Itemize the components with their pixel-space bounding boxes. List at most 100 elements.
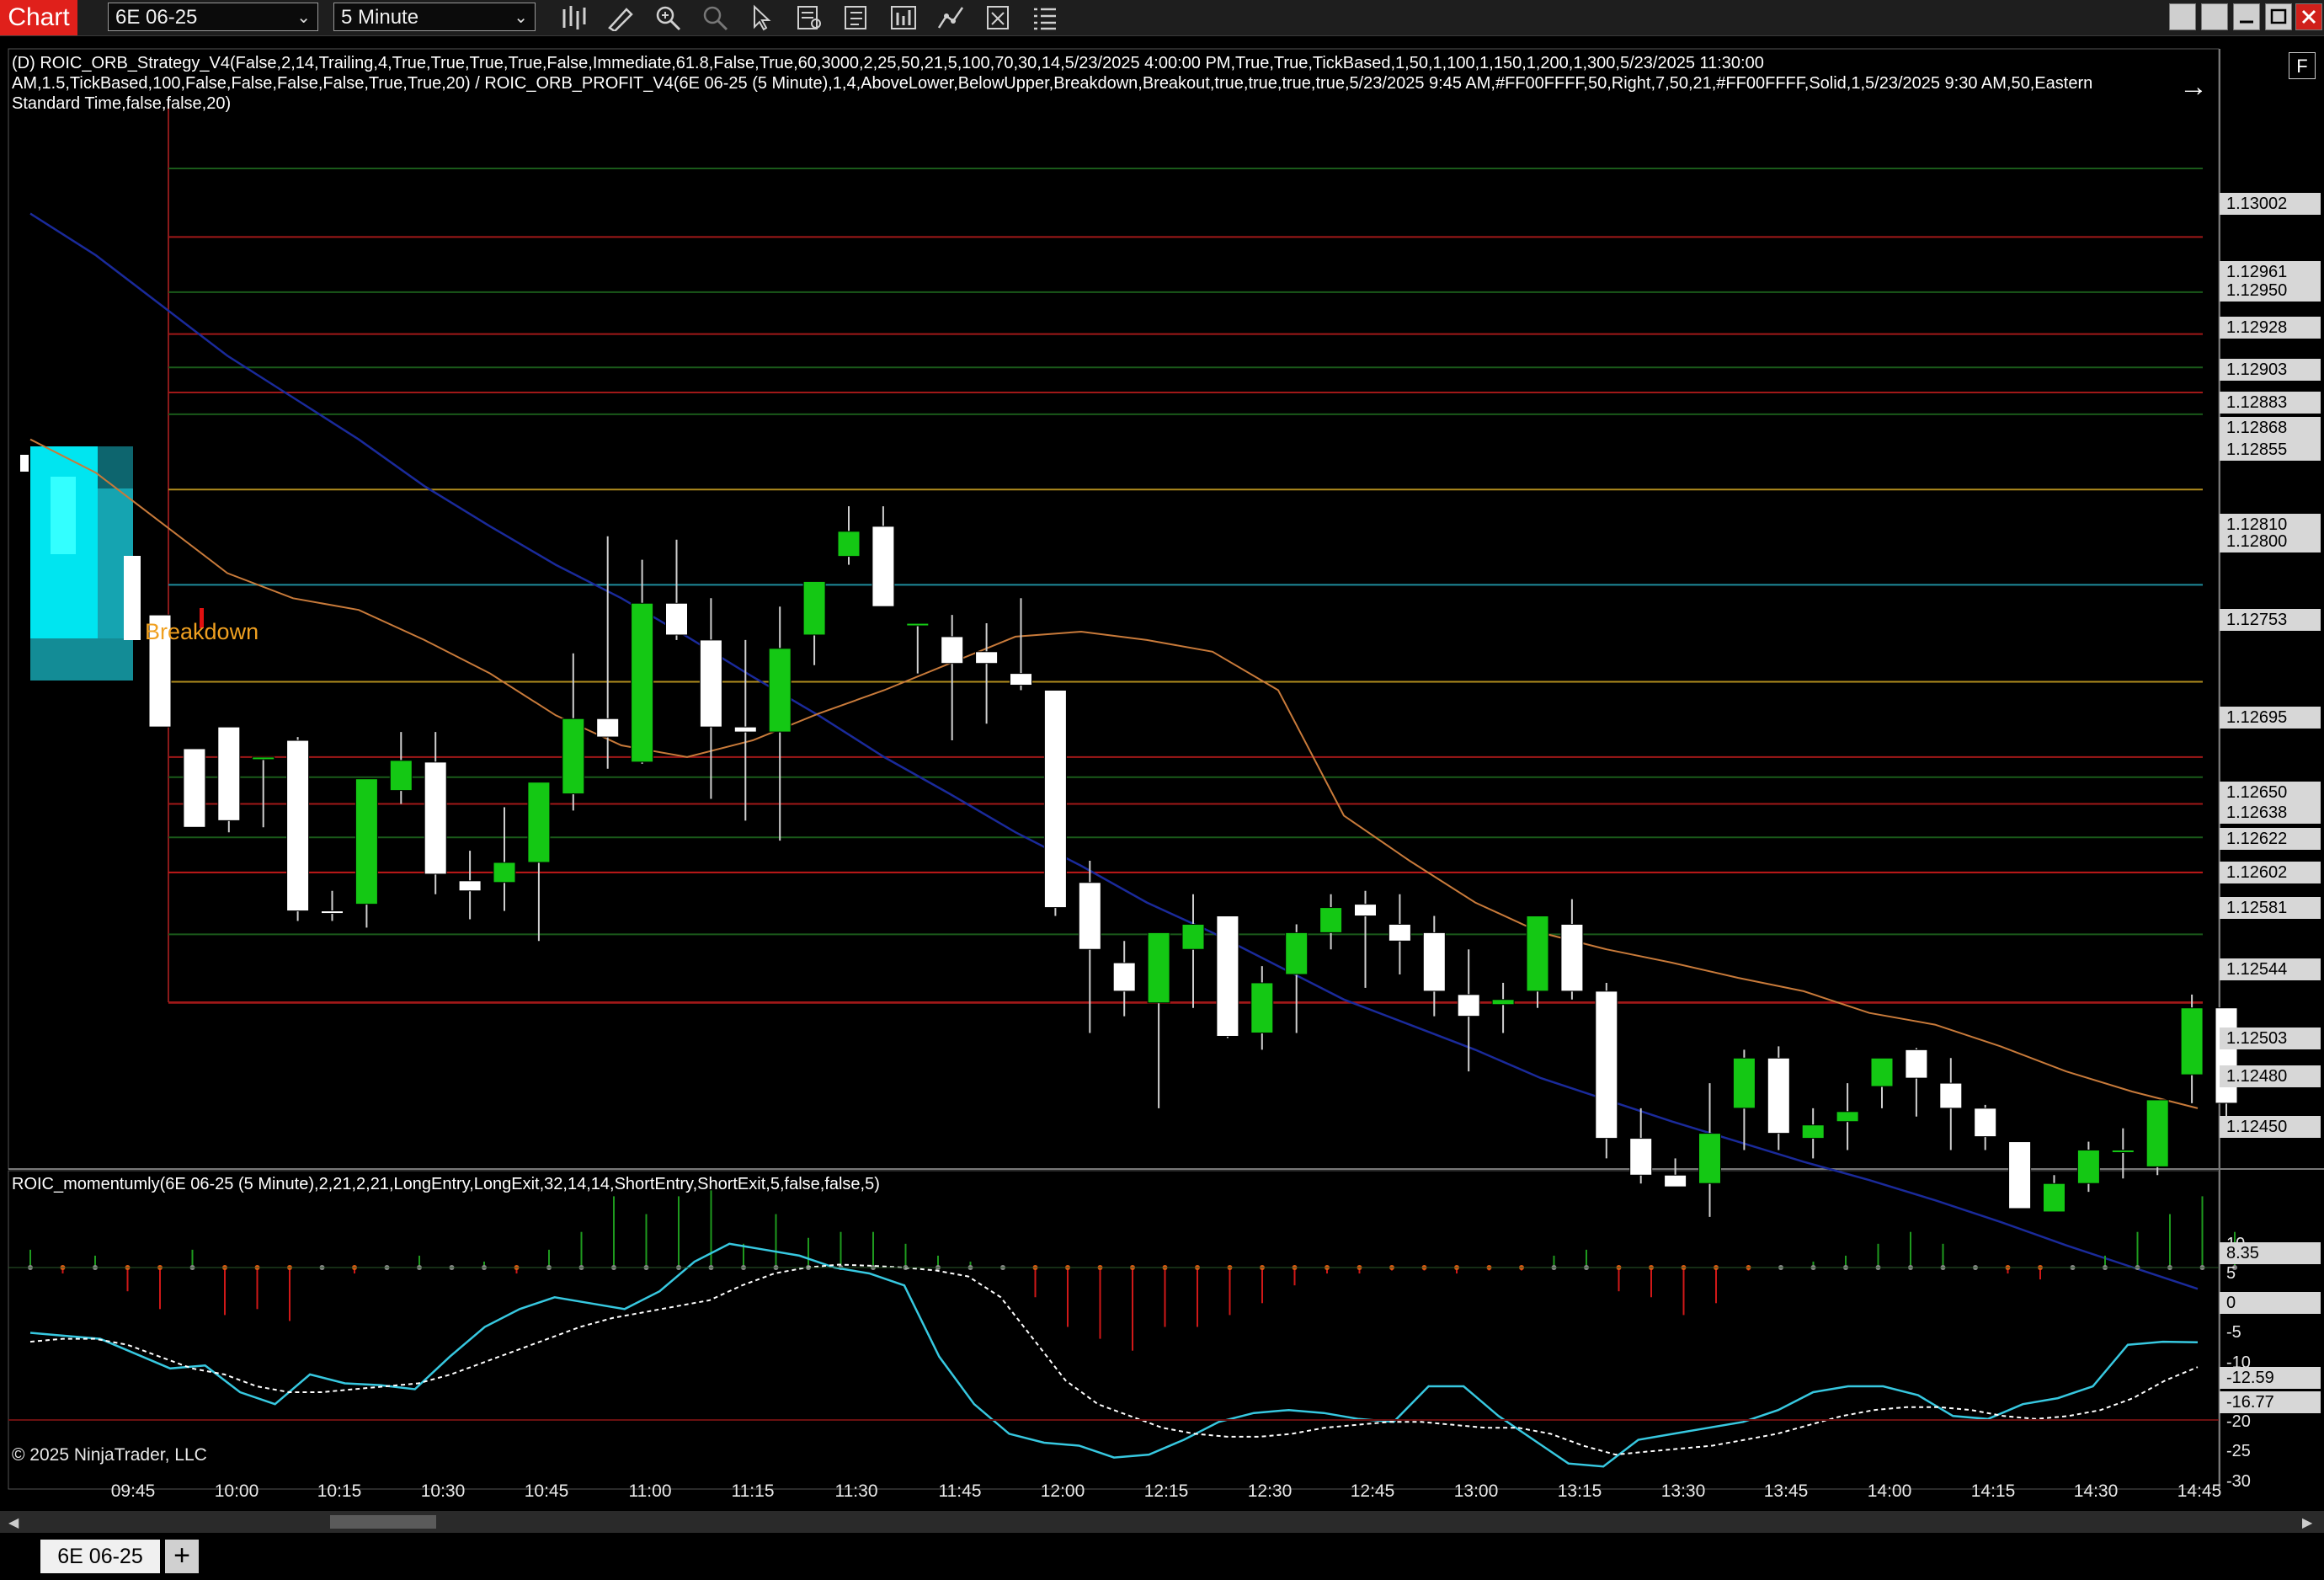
arrow-right-icon[interactable]: → xyxy=(2179,71,2208,104)
time-axis-label: 10:30 xyxy=(420,1481,466,1501)
strategy-parameters-line-2: AM,1.5,TickBased,100,False,False,False,F… xyxy=(12,74,2093,93)
properties-icon[interactable] xyxy=(842,4,871,31)
oscillator-axis-label: -20 xyxy=(2226,1412,2251,1431)
tile-icon[interactable] xyxy=(2169,3,2196,30)
bull-candle xyxy=(837,531,861,558)
bear-candle xyxy=(1974,1108,1997,1138)
time-axis-label: 10:00 xyxy=(214,1481,259,1501)
bull-candle xyxy=(389,760,413,792)
chart-canvas[interactable] xyxy=(0,35,2324,1511)
price-axis-label: 1.12650 xyxy=(2220,782,2321,803)
bear-candle xyxy=(286,739,310,912)
tab-6e-06-25[interactable]: 6E 06-25 xyxy=(40,1540,160,1573)
time-axis-label: 14:15 xyxy=(1970,1481,2016,1501)
chart-tab-bar: 6E 06-25 + xyxy=(0,1533,2324,1580)
zoom-in-icon[interactable] xyxy=(653,4,682,31)
time-axis-label: 14:00 xyxy=(1867,1481,1912,1501)
bear-candle xyxy=(1010,673,1032,686)
instrument-selector[interactable]: 6E 06-25 ⌄ xyxy=(108,3,318,31)
scrollbar-thumb[interactable] xyxy=(330,1515,436,1529)
price-axis-label: 1.12903 xyxy=(2220,359,2321,381)
time-axis-label: 12:15 xyxy=(1143,1481,1189,1501)
oscillator-axis-label: -25 xyxy=(2226,1442,2251,1460)
price-axis-label: 1.12503 xyxy=(2220,1028,2321,1049)
bull-candle xyxy=(527,782,551,863)
bear-candle xyxy=(1905,1049,1928,1079)
bull-candle xyxy=(1250,982,1274,1034)
bull-candle xyxy=(1870,1057,1894,1087)
bear-candle xyxy=(1078,882,1101,950)
bull-candle xyxy=(1147,931,1170,1004)
scroll-left-icon[interactable]: ◀ xyxy=(8,1514,19,1531)
price-axis-label: 1.12480 xyxy=(2220,1065,2321,1087)
bull-candle xyxy=(2111,1149,2135,1153)
bull-candle xyxy=(768,648,792,733)
data-box-icon[interactable] xyxy=(795,4,824,31)
horizontal-scrollbar[interactable]: ◀ ▶ xyxy=(0,1511,2324,1533)
price-axis-label: 1.12800 xyxy=(2220,531,2321,552)
bull-candle xyxy=(2043,1182,2065,1213)
bear-candle xyxy=(2008,1141,2032,1209)
draw-tools-icon[interactable] xyxy=(606,4,635,33)
bear-candle xyxy=(1112,962,1136,992)
time-axis-label: 10:45 xyxy=(524,1481,569,1501)
bar-type-icon[interactable] xyxy=(559,4,588,31)
time-axis-label: 10:15 xyxy=(317,1481,362,1501)
bear-candle xyxy=(183,748,206,828)
list-icon[interactable] xyxy=(1031,4,1059,31)
price-axis-label: 1.12950 xyxy=(2220,280,2321,302)
bull-candle xyxy=(1285,931,1309,975)
bear-candle xyxy=(733,726,757,733)
templates-icon[interactable] xyxy=(983,4,1012,31)
add-tab-button[interactable]: + xyxy=(165,1540,199,1573)
bull-candle xyxy=(1836,1111,1859,1123)
f-button[interactable]: F xyxy=(2289,52,2316,79)
bear-candle xyxy=(1043,689,1067,909)
chart-app-tab[interactable]: Chart xyxy=(0,0,77,35)
scroll-right-icon[interactable]: ▶ xyxy=(2302,1514,2312,1531)
maximize-icon[interactable] xyxy=(2265,3,2292,30)
bull-candle xyxy=(2180,1007,2204,1076)
bear-candle xyxy=(1422,931,1446,992)
time-axis-label: 11:30 xyxy=(834,1481,878,1501)
bull-candle xyxy=(2076,1149,2100,1184)
instrument-selector-value: 6E 06-25 xyxy=(115,6,198,29)
bear-candle xyxy=(2215,1007,2238,1104)
bear-candle xyxy=(1595,990,1618,1140)
time-axis-label: 11:45 xyxy=(938,1481,982,1501)
price-axis-label: 1.12622 xyxy=(2220,828,2321,850)
time-axis-label: 09:45 xyxy=(110,1481,156,1501)
price-axis-label: 1.12883 xyxy=(2220,392,2321,414)
bull-candle xyxy=(1319,907,1343,933)
oscillator-title: ROIC_momentumly(6E 06-25 (5 Minute),2,21… xyxy=(12,1175,880,1193)
bull-candle xyxy=(562,718,585,795)
strategy-parameters-line-1: (D) ROIC_ORB_Strategy_V4(False,2,14,Trai… xyxy=(12,54,1764,72)
chevron-down-icon: ⌄ xyxy=(296,8,311,27)
bear-candle xyxy=(458,880,482,892)
time-axis-label: 14:30 xyxy=(2073,1481,2119,1501)
bear-candle xyxy=(217,726,241,821)
price-axis-label: 1.12544 xyxy=(2220,958,2321,980)
time-axis-label: 13:15 xyxy=(1557,1481,1602,1501)
price-axis-label: 1.12855 xyxy=(2220,439,2321,461)
bear-candle xyxy=(1354,904,1377,917)
time-axis-label: 13:00 xyxy=(1453,1481,1499,1501)
bull-candle xyxy=(1491,999,1515,1006)
bear-candle xyxy=(1457,994,1480,1017)
oscillator-axis-label: -12.59 xyxy=(2220,1367,2321,1389)
bear-candle xyxy=(975,651,999,665)
tile-icon[interactable] xyxy=(2201,3,2228,30)
interval-selector-value: 5 Minute xyxy=(341,6,419,29)
bull-candle xyxy=(354,778,378,905)
bull-candle xyxy=(2145,1099,2169,1167)
breakdown-signal-label: Breakdown xyxy=(145,619,259,644)
minimize-icon[interactable] xyxy=(2233,3,2260,30)
bear-candle xyxy=(1939,1082,1963,1109)
indicators-icon[interactable] xyxy=(889,4,918,31)
interval-selector[interactable]: 5 Minute ⌄ xyxy=(333,3,536,31)
strategies-icon[interactable] xyxy=(936,4,965,31)
zoom-out-icon[interactable] xyxy=(701,4,729,31)
close-icon[interactable] xyxy=(2295,3,2322,30)
bear-candle xyxy=(1216,915,1239,1037)
pointer-icon[interactable] xyxy=(748,4,776,31)
